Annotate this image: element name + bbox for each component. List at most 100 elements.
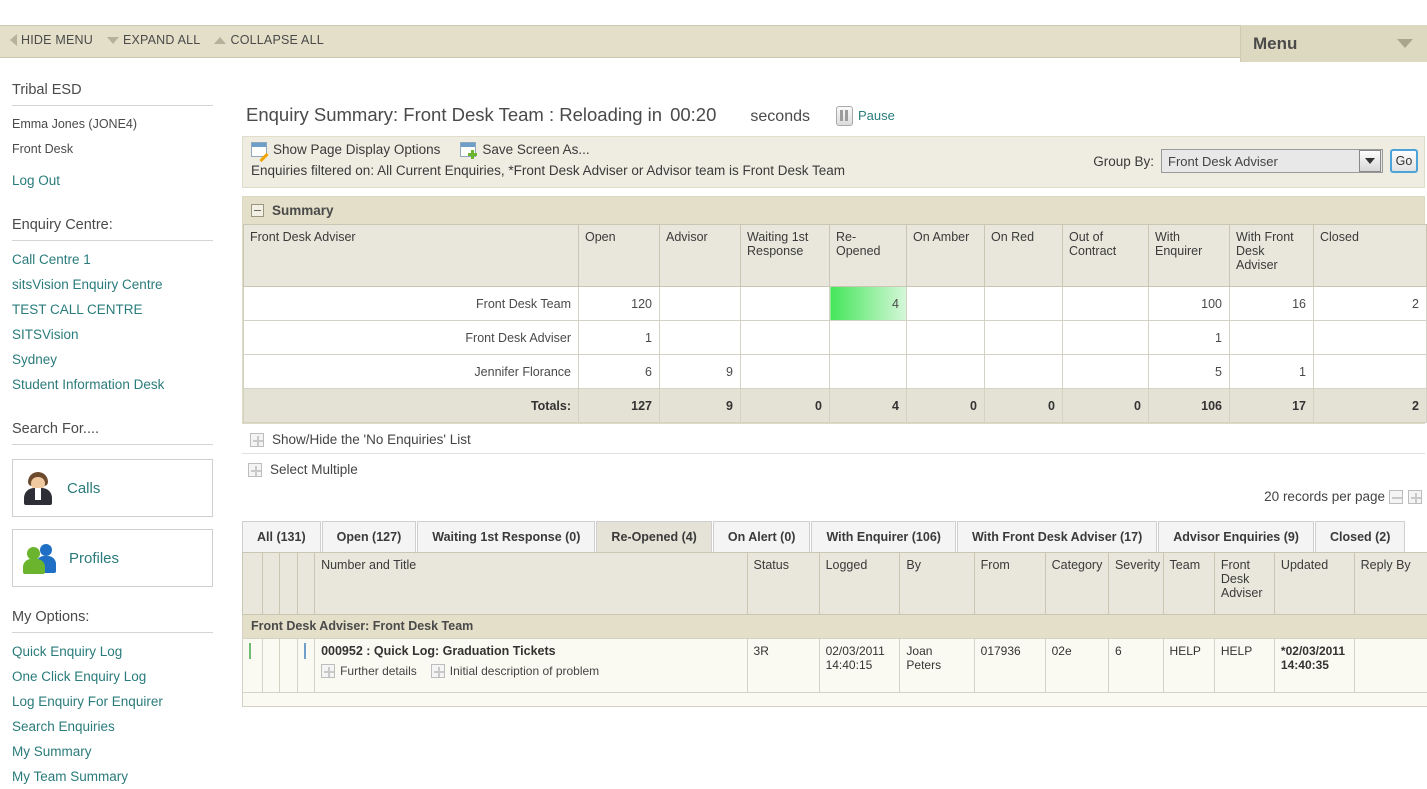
expand-all-button[interactable]: EXPAND ALL [107,33,201,47]
cell-with-enquirer: 100 [1149,287,1230,321]
go-button[interactable]: Go [1390,149,1418,173]
table-row[interactable]: Front Desk Adviser 1 1 [244,321,1427,355]
profiles-button-label: Profiles [69,550,119,567]
summary-col-out-of-contract: Out of Contract [1063,225,1149,287]
sidebar-item-quick-enquiry-log[interactable]: Quick Enquiry Log [12,639,213,664]
sidebar-item-one-click-enquiry-log[interactable]: One Click Enquiry Log [12,664,213,689]
sidebar-item-sydney[interactable]: Sydney [12,347,213,372]
sidebar-item-log-enquiry-for-enquirer[interactable]: Log Enquiry For Enquirer [12,689,213,714]
col-category: Category [1045,553,1108,615]
group-by-select[interactable]: Front Desk Adviser [1161,149,1383,173]
initial-description-toggle[interactable]: Initial description of problem [431,664,599,678]
cell-advisor: 9 [660,355,741,389]
table-row[interactable]: Jennifer Florance 6 9 5 1 [244,355,1427,389]
pause-button[interactable]: Pause [836,106,895,126]
cell-with-enquirer: 5 [1149,355,1230,389]
chevron-down-icon [107,37,119,44]
summary-col-with-enquirer: With Enquirer [1149,225,1230,287]
summary-row-name: Front Desk Team [244,287,579,321]
sidebar-item-test-call-centre[interactable]: TEST CALL CENTRE [12,297,213,322]
total-with-enquirer: 106 [1149,389,1230,423]
cell-with-adviser: 1 [1230,355,1314,389]
chevron-down-icon[interactable] [1359,150,1381,172]
decrease-records-icon[interactable] [1389,490,1403,504]
table-row[interactable]: Front Desk Team 120 4 100 16 2 [244,287,1427,321]
tab-re-opened[interactable]: Re-Opened (4) [596,521,711,552]
summary-col-with-front-desk-adviser: With Front Desk Adviser [1230,225,1314,287]
col-spacer-1 [262,553,279,615]
sidebar-item-student-information-desk[interactable]: Student Information Desk [12,372,213,397]
table-row[interactable]: 000952 : Quick Log: Graduation Tickets F… [243,639,1427,693]
cell-number-and-title[interactable]: 000952 : Quick Log: Graduation Tickets F… [315,639,747,693]
tab-with-enquirer[interactable]: With Enquirer (106) [811,521,955,552]
sidebar-item-my-summary[interactable]: My Summary [12,739,213,764]
log-out-link[interactable]: Log Out [12,168,213,193]
total-out-of-contract: 0 [1063,389,1149,423]
tab-open[interactable]: Open (127) [322,521,417,552]
group-by-control: Group By: Front Desk Adviser Go [1093,149,1418,173]
group-by-value: Front Desk Adviser [1168,154,1278,169]
sidebar-item-search-enquiries[interactable]: Search Enquiries [12,714,213,739]
cell-waiting [741,321,830,355]
collapse-all-button[interactable]: COLLAPSE ALL [214,33,323,47]
profiles-button[interactable]: Profiles [12,529,213,587]
filter-description: Enquiries filtered on: All Current Enqui… [251,163,845,178]
tab-on-alert[interactable]: On Alert (0) [713,521,811,552]
cell-with-adviser: 16 [1230,287,1314,321]
save-screen-as-button[interactable]: Save Screen As... [460,142,589,157]
cell-out-of-contract [1063,321,1149,355]
col-number-and-title: Number and Title [315,553,747,615]
cell-reply-by [1354,639,1427,693]
tab-waiting-1st-response[interactable]: Waiting 1st Response (0) [417,521,595,552]
document-icon [304,643,306,659]
total-closed: 2 [1314,389,1427,423]
sidebar: Tribal ESD Emma Jones (JONE4) Front Desk… [0,72,225,770]
sidebar-item-call-centre-1[interactable]: Call Centre 1 [12,247,213,272]
tab-closed[interactable]: Closed (2) [1315,521,1405,552]
cell-open: 6 [579,355,660,389]
select-multiple-label: Select Multiple [270,462,358,477]
cell-severity: 6 [1108,639,1163,693]
page-title: Enquiry Summary: Front Desk Team : Reloa… [240,72,1427,136]
col-team: Team [1163,553,1214,615]
sidebar-item-sitsvision[interactable]: SITSVision [12,322,213,347]
show-page-display-options-button[interactable]: Show Page Display Options [251,142,440,157]
expand-all-label: EXPAND ALL [123,33,201,47]
search-for-heading: Search For.... [12,411,213,444]
my-options-heading: My Options: [12,599,213,632]
menu-dropdown[interactable]: Menu [1240,25,1427,62]
sidebar-item-sitsvision-enquiry-centre[interactable]: sitsVision Enquiry Centre [12,272,213,297]
show-hide-no-enquiries-toggle[interactable]: Show/Hide the 'No Enquiries' List [242,424,1425,454]
severity-swatch-icon [249,643,251,659]
total-re-opened: 4 [830,389,907,423]
tab-with-front-desk-adviser[interactable]: With Front Desk Adviser (17) [957,521,1157,552]
calls-button[interactable]: Calls [12,459,213,517]
document-link[interactable] [297,639,314,693]
cell-on-amber [907,287,985,321]
select-multiple-toggle[interactable]: Select Multiple [240,454,1427,483]
hide-menu-button[interactable]: HIDE MENU [10,33,93,47]
cell-by: Joan Peters [900,639,974,693]
table-row-partial[interactable] [243,693,1427,707]
tab-all[interactable]: All (131) [242,521,321,552]
expand-icon[interactable] [321,664,335,678]
collapse-icon[interactable] [251,204,264,217]
cell-closed [1314,321,1427,355]
col-updated: Updated [1274,553,1354,615]
cell-out-of-contract [1063,355,1149,389]
cell-on-red [985,321,1063,355]
tab-advisor-enquiries[interactable]: Advisor Enquiries (9) [1158,521,1314,552]
divider [12,105,213,106]
cell-team: HELP [1163,639,1214,693]
sidebar-item-my-team-summary[interactable]: My Team Summary [12,764,213,789]
cell-closed: 2 [1314,287,1427,321]
increase-records-icon[interactable] [1408,490,1422,504]
expand-icon[interactable] [431,664,445,678]
col-reply-by: Reply By [1354,553,1427,615]
expand-icon[interactable] [250,433,264,447]
expand-icon[interactable] [248,463,262,477]
top-toolbar: HIDE MENU EXPAND ALL COLLAPSE ALL [0,25,1427,58]
totals-label: Totals: [244,389,579,423]
summary-panel-header[interactable]: Summary [243,197,1424,224]
further-details-toggle[interactable]: Further details [321,664,417,678]
